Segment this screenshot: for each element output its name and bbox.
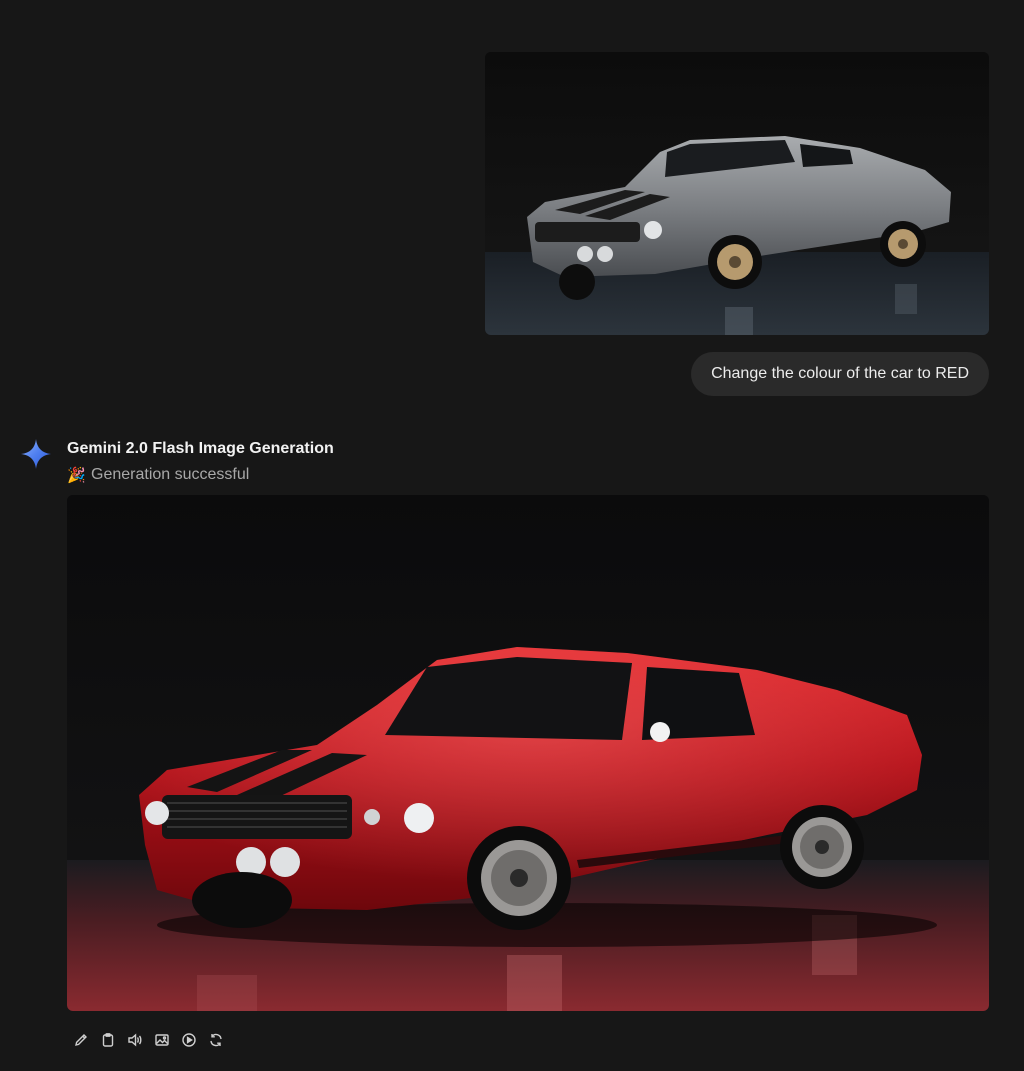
pencil-icon[interactable] xyxy=(72,1030,90,1050)
user-prompt-text: Change the colour of the car to RED xyxy=(711,365,969,382)
status-text: Generation successful xyxy=(91,466,250,483)
user-uploaded-image[interactable] xyxy=(485,52,989,335)
red-car-illustration xyxy=(67,495,989,1011)
model-name: Gemini 2.0 Flash Image Generation xyxy=(67,440,334,457)
clipboard-icon[interactable] xyxy=(99,1030,117,1050)
play-circle-icon[interactable] xyxy=(180,1030,198,1050)
generated-image[interactable] xyxy=(67,495,989,1011)
image-icon[interactable] xyxy=(153,1030,171,1050)
response-action-bar xyxy=(72,1030,225,1050)
gemini-sparkle-icon xyxy=(20,438,52,470)
refresh-icon[interactable] xyxy=(207,1030,225,1050)
silver-car-illustration xyxy=(485,52,989,335)
generation-status: 🎉 Generation successful xyxy=(67,466,249,484)
user-prompt-bubble: Change the colour of the car to RED xyxy=(691,352,989,396)
speaker-icon[interactable] xyxy=(126,1030,144,1050)
party-popper-icon: 🎉 xyxy=(67,467,86,484)
